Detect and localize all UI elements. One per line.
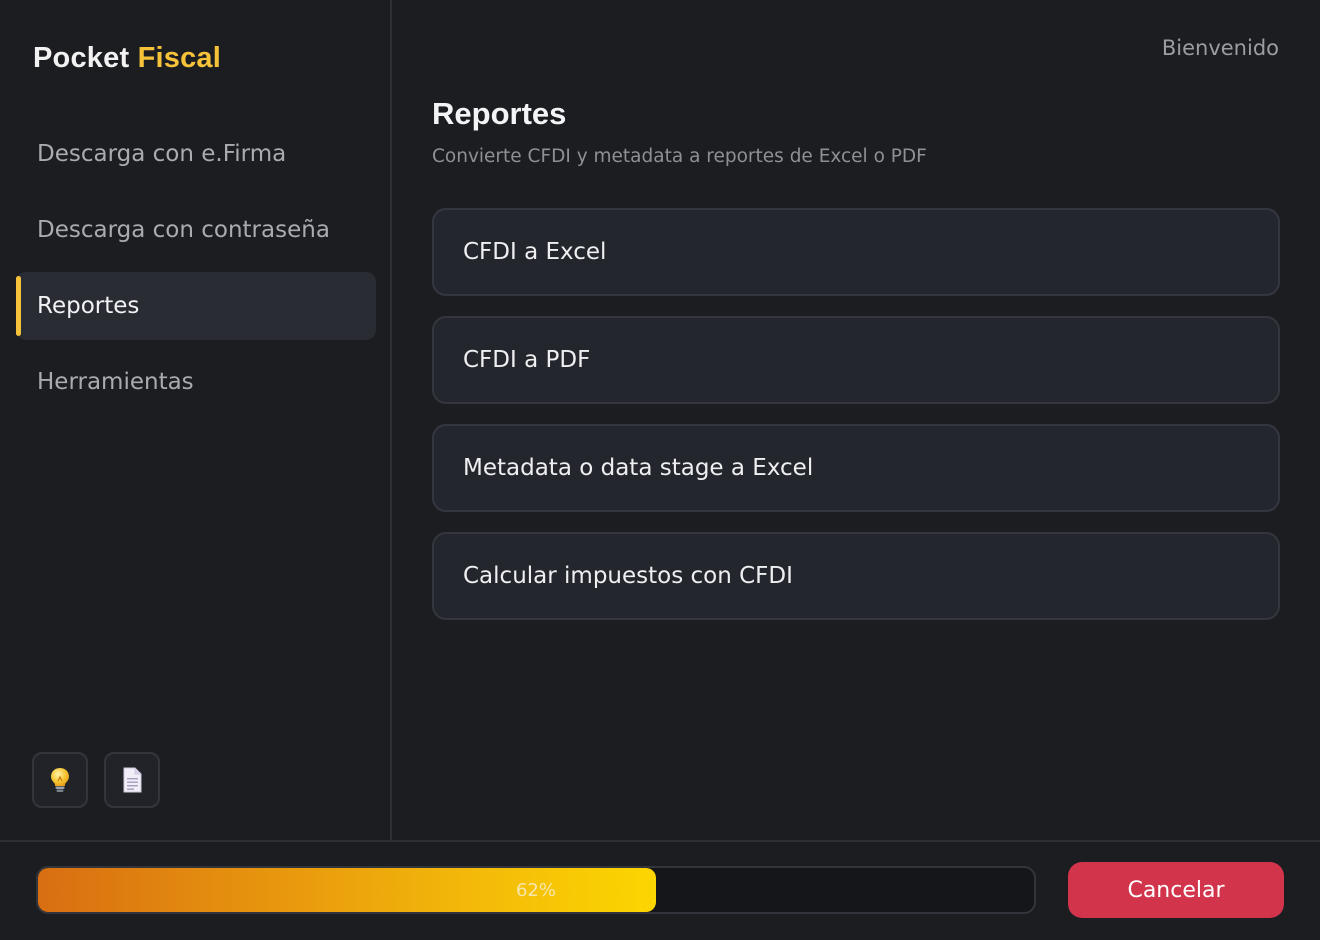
progress-bar: 62%: [36, 866, 1036, 914]
sidebar-item-herramientas[interactable]: Herramientas: [16, 348, 376, 416]
sidebar-item-descarga-contrasena[interactable]: Descarga con contraseña: [16, 196, 376, 264]
sidebar-item-reportes[interactable]: Reportes: [16, 272, 376, 340]
document-button[interactable]: [104, 752, 160, 808]
metadata-excel-card[interactable]: Metadata o data stage a Excel: [432, 424, 1280, 512]
sidebar-item-label: Descarga con contraseña: [37, 217, 330, 243]
sidebar-item-label: Descarga con e.Firma: [37, 141, 287, 167]
app-window: Pocket Fiscal Descarga con e.Firma Desca…: [0, 0, 1320, 940]
brand-logo: Pocket Fiscal: [33, 42, 221, 75]
lightbulb-icon: [49, 767, 71, 793]
brand-name-part2: Fiscal: [137, 42, 221, 74]
sidebar-item-descarga-efirma[interactable]: Descarga con e.Firma: [16, 120, 376, 188]
card-label: Metadata o data stage a Excel: [463, 455, 814, 481]
sidebar-item-label: Reportes: [37, 293, 140, 319]
sidebar: Pocket Fiscal Descarga con e.Firma Desca…: [0, 0, 392, 840]
sidebar-nav: Descarga con e.Firma Descarga con contra…: [16, 120, 376, 424]
calcular-impuestos-card[interactable]: Calcular impuestos con CFDI: [432, 532, 1280, 620]
card-label: CFDI a Excel: [463, 239, 607, 265]
brand-name-part1: Pocket: [33, 42, 130, 74]
cancel-button[interactable]: Cancelar: [1068, 862, 1284, 918]
page-subtitle: Convierte CFDI y metadata a reportes de …: [432, 146, 927, 167]
tips-button[interactable]: [32, 752, 88, 808]
cfdi-pdf-card[interactable]: CFDI a PDF: [432, 316, 1280, 404]
page-title: Reportes: [432, 96, 567, 131]
progress-label: 62%: [515, 879, 556, 901]
document-icon: [121, 767, 143, 793]
welcome-text: Bienvenido: [1161, 36, 1279, 60]
sidebar-item-label: Herramientas: [37, 369, 194, 395]
card-label: Calcular impuestos con CFDI: [463, 563, 793, 589]
cfdi-excel-card[interactable]: CFDI a Excel: [432, 208, 1280, 296]
card-label: CFDI a PDF: [463, 347, 591, 373]
footer-bar: 62% Cancelar: [0, 840, 1320, 940]
report-options: CFDI a Excel CFDI a PDF Metadata o data …: [432, 208, 1280, 640]
